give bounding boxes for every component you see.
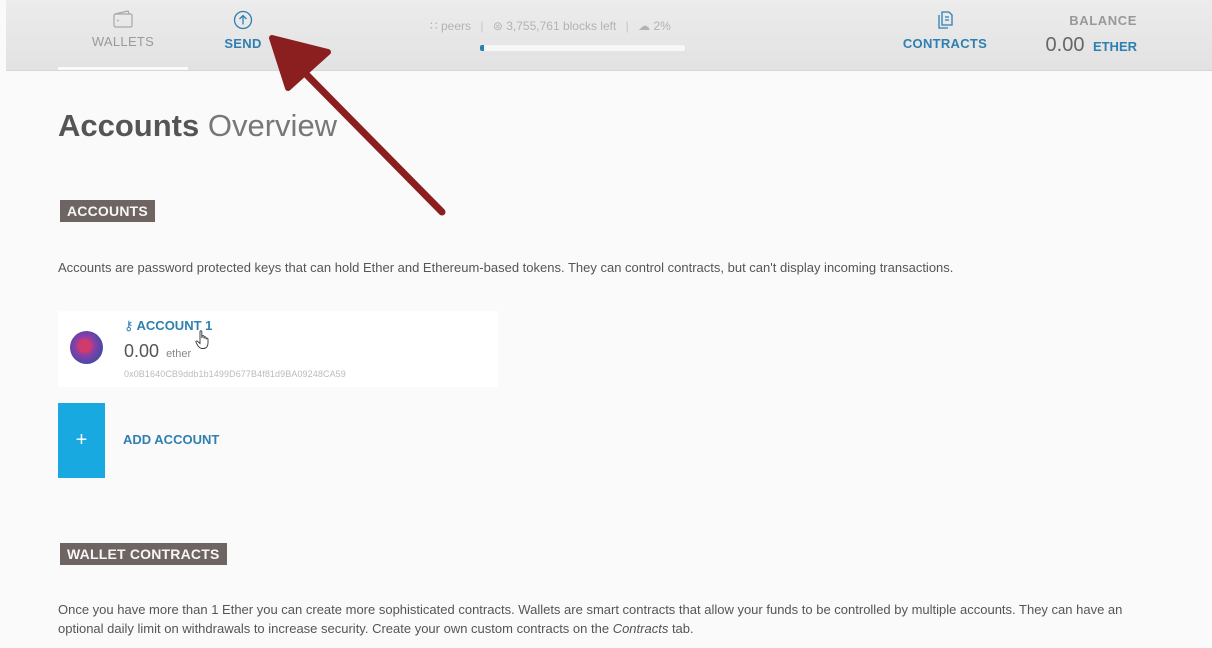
account-balance-amount: 0.00 <box>124 341 160 361</box>
sync-percent-text: 2% <box>653 19 671 33</box>
account-identicon <box>70 331 103 364</box>
blocks-icon: ⊜ <box>492 19 503 33</box>
balance-amount: 0.00 <box>1045 34 1085 56</box>
status-divider: | <box>480 19 484 33</box>
page-title-bold: Accounts <box>58 108 200 143</box>
nav-contracts[interactable]: CONTRACTS <box>890 0 1000 70</box>
blocks-left-text: 3,755,761 blocks left <box>506 19 617 33</box>
sync-progress-fill <box>480 45 485 51</box>
add-account-button[interactable]: + ADD ACCOUNT <box>58 403 298 478</box>
accounts-description: Accounts are password protected keys tha… <box>58 260 954 275</box>
key-icon: ⚷ <box>124 318 134 333</box>
wallet-contracts-description-text: Once you have more than 1 Ether you can … <box>58 602 1123 636</box>
wallet-icon <box>113 10 133 28</box>
sync-status: ∷ peers | ⊜ 3,755,761 blocks left | ☁ 2% <box>430 19 750 33</box>
account-balance-unit: ether <box>166 348 192 360</box>
status-divider: | <box>625 19 629 33</box>
wallet-contracts-description-suffix: tab. <box>668 621 694 636</box>
add-account-label: ADD ACCOUNT <box>123 432 220 447</box>
hand-pointer-icon <box>195 330 209 349</box>
contracts-tab-reference: Contracts <box>612 621 669 636</box>
account-card[interactable]: ⚷ ACCOUNT 1 0.00 ether 0x0B1640CB9ddb1b14… <box>58 311 498 387</box>
account-address: 0x0B1640CB9ddb1b1499D677B4f81d9BA09248CA… <box>124 369 346 379</box>
contracts-icon <box>938 11 953 29</box>
wallet-contracts-section-heading: WALLET CONTRACTS <box>60 543 227 565</box>
sync-icon: ☁ <box>638 19 651 33</box>
total-balance: BALANCE 0.00 ETHER <box>1046 13 1137 57</box>
wallet-app: WALLETS SEND ∷ peers | ⊜ 3,755,761 block… <box>0 0 1212 648</box>
active-tab-indicator <box>58 67 188 70</box>
plus-icon: + <box>58 403 105 478</box>
sync-progress-bar <box>479 44 686 52</box>
nav-wallets-label: WALLETS <box>91 34 155 49</box>
annotation-arrow-icon <box>269 35 446 216</box>
account-balance: 0.00 ether <box>124 341 191 362</box>
nav-contracts-label: CONTRACTS <box>902 36 988 51</box>
balance-unit: ETHER <box>1092 39 1137 54</box>
accounts-section-heading: ACCOUNTS <box>60 200 155 222</box>
balance-title: BALANCE <box>1069 13 1137 28</box>
wallet-contracts-description: Once you have more than 1 Ether you can … <box>58 600 1138 638</box>
top-navigation-bar: WALLETS SEND ∷ peers | ⊜ 3,755,761 block… <box>6 0 1212 71</box>
balance-row: 0.00 ETHER <box>1046 34 1137 57</box>
nav-wallets[interactable]: WALLETS <box>58 0 188 70</box>
